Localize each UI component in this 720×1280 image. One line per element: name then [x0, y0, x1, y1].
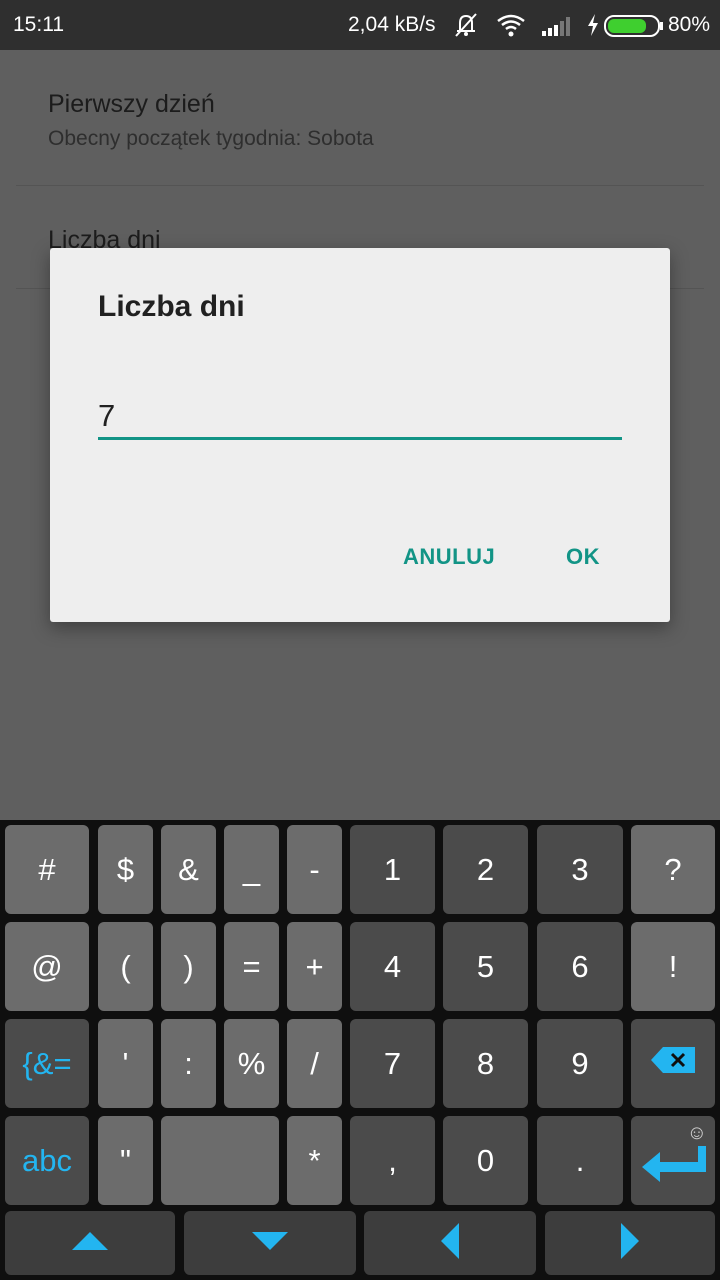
key-1[interactable]: 1	[350, 825, 435, 914]
arrow-right-icon	[619, 1221, 641, 1266]
key-exclamation[interactable]: !	[631, 922, 715, 1011]
key-equals[interactable]: =	[224, 922, 279, 1011]
key-dollar[interactable]: $	[98, 825, 153, 914]
key-arrow-left[interactable]	[364, 1211, 536, 1275]
arrow-left-icon	[439, 1221, 461, 1266]
key-9[interactable]: 9	[537, 1019, 623, 1108]
dialog-title: Liczba dni	[98, 290, 245, 323]
key-asterisk[interactable]: *	[287, 1116, 342, 1205]
key-percent[interactable]: %	[224, 1019, 279, 1108]
cancel-button[interactable]: ANULUJ	[403, 544, 495, 570]
key-quote[interactable]: "	[98, 1116, 153, 1205]
pref-first-day-summary: Obecny początek tygodnia: Sobota	[48, 127, 374, 150]
pref-first-day-title: Pierwszy dzień	[48, 90, 215, 118]
key-arrow-up[interactable]	[5, 1211, 175, 1275]
key-paren-open[interactable]: (	[98, 922, 153, 1011]
key-3[interactable]: 3	[537, 825, 623, 914]
key-7[interactable]: 7	[350, 1019, 435, 1108]
key-4[interactable]: 4	[350, 922, 435, 1011]
key-arrow-right[interactable]	[545, 1211, 715, 1275]
key-8[interactable]: 8	[443, 1019, 528, 1108]
arrow-down-icon	[250, 1230, 290, 1257]
key-underscore[interactable]: _	[224, 825, 279, 914]
charging-icon	[585, 11, 601, 45]
key-0[interactable]: 0	[443, 1116, 528, 1205]
battery-percent: 80%	[668, 13, 711, 36]
key-paren-close[interactable]: )	[161, 922, 216, 1011]
key-ampersand[interactable]: &	[161, 825, 216, 914]
key-hash[interactable]: #	[5, 825, 89, 914]
key-at[interactable]: @	[5, 922, 89, 1011]
key-minus[interactable]: -	[287, 825, 342, 914]
key-2[interactable]: 2	[443, 825, 528, 914]
key-symbols-toggle[interactable]: {&=	[5, 1019, 89, 1108]
key-space[interactable]	[161, 1116, 279, 1205]
backspace-icon	[649, 1045, 697, 1083]
divider	[16, 185, 704, 186]
status-bar: 15:11 2,04 kB/s 80%	[0, 0, 720, 50]
key-comma[interactable]: ,	[350, 1116, 435, 1205]
key-6[interactable]: 6	[537, 922, 623, 1011]
key-5[interactable]: 5	[443, 922, 528, 1011]
battery-icon	[604, 14, 664, 44]
key-question[interactable]: ?	[631, 825, 715, 914]
key-enter[interactable]: ☺	[631, 1116, 715, 1205]
key-slash[interactable]: /	[287, 1019, 342, 1108]
status-time: 15:11	[13, 13, 64, 36]
signal-icon	[540, 11, 574, 45]
network-speed: 2,04 kB/s	[348, 13, 436, 36]
smiley-icon: ☺	[686, 1122, 707, 1144]
key-colon[interactable]: :	[161, 1019, 216, 1108]
mute-icon	[451, 11, 481, 45]
wifi-icon	[495, 11, 527, 45]
arrow-up-icon	[70, 1230, 110, 1257]
key-arrow-down[interactable]	[184, 1211, 356, 1275]
days-count-dialog: Liczba dni ANULUJ OK	[50, 248, 670, 622]
key-abc[interactable]: abc	[5, 1116, 89, 1205]
key-apostrophe[interactable]: '	[98, 1019, 153, 1108]
key-backspace[interactable]	[631, 1019, 715, 1108]
key-plus[interactable]: +	[287, 922, 342, 1011]
ok-button[interactable]: OK	[566, 544, 600, 570]
days-count-input[interactable]	[98, 386, 622, 440]
enter-icon	[638, 1142, 708, 1194]
key-period[interactable]: .	[537, 1116, 623, 1205]
